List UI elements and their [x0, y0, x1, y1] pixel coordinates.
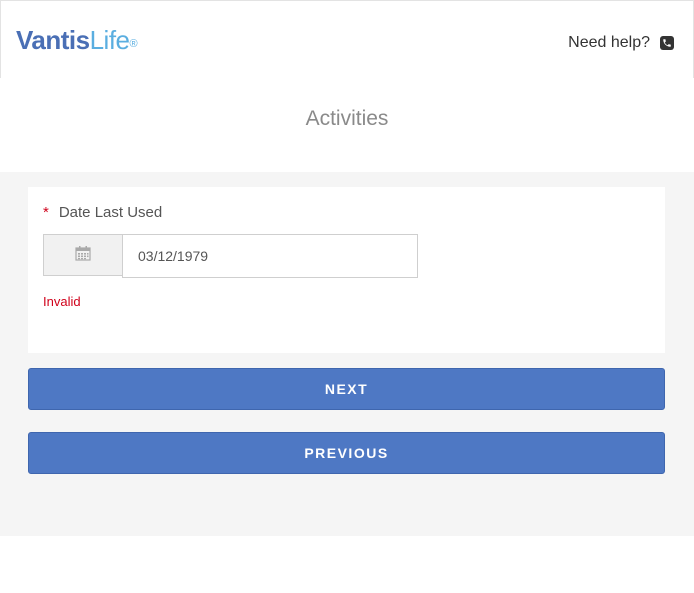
phone-icon [660, 36, 674, 50]
next-button[interactable]: NEXT [28, 368, 665, 410]
logo-registered-mark: ® [129, 38, 138, 50]
previous-button[interactable]: PREVIOUS [28, 432, 665, 474]
date-last-used-input[interactable] [122, 234, 418, 278]
error-message: Invalid [43, 294, 81, 309]
need-help-link[interactable]: Need help? [568, 34, 674, 52]
calendar-button[interactable] [43, 234, 122, 276]
date-last-used-label: * Date Last Used [43, 204, 162, 221]
logo-product: Life [89, 25, 130, 55]
vantis-life-logo[interactable]: VantisLife® [16, 24, 138, 56]
need-help-label: Need help? [568, 34, 650, 51]
date-label-text: Date Last Used [58, 204, 163, 221]
calendar-icon [75, 245, 91, 266]
logo-brand: Vantis [16, 25, 90, 55]
page-title: Activities [305, 107, 389, 130]
required-marker: * [43, 204, 49, 221]
